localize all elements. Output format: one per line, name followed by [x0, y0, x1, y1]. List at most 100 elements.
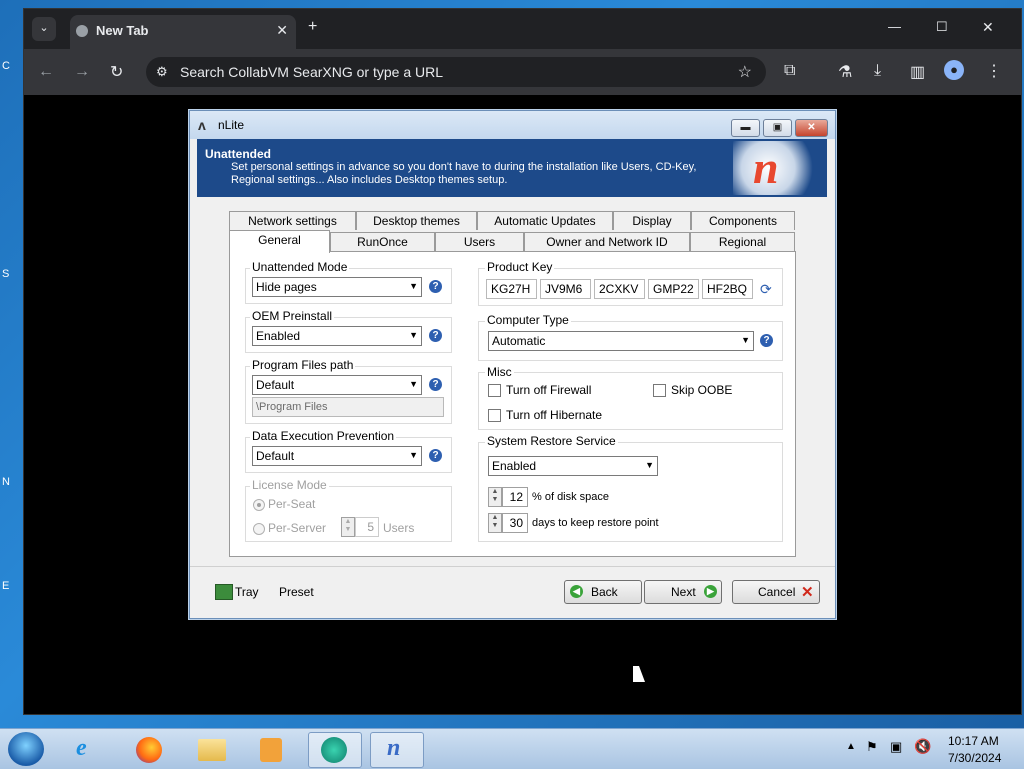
taskbar: e n ▲ ⚑ ▣ 🔇 10:17 AM 7/30/2024 [0, 728, 1024, 769]
forward-arrow-icon[interactable]: → [74, 63, 90, 81]
taskbar-nlite[interactable]: n [370, 732, 424, 768]
taskbar-ie[interactable]: e [64, 732, 116, 766]
turn-off-hibernate-label: Turn off Hibernate [506, 408, 603, 422]
preset-button[interactable]: Preset [279, 585, 314, 599]
users-count-input[interactable]: 5 [355, 517, 379, 537]
download-icon[interactable]: ⤓ [874, 62, 881, 80]
help-icon[interactable]: ? [429, 378, 442, 391]
show-hidden-icons[interactable]: ▲ [846, 741, 856, 752]
restore-days-spinner-arrows[interactable]: ▲ ▼ [488, 513, 502, 533]
program-files-path-input[interactable]: \Program Files [252, 397, 444, 417]
program-files-label: Program Files path [250, 358, 356, 372]
product-key-part-3[interactable]: 2CXKV [594, 279, 645, 299]
reload-icon[interactable]: ↻ [110, 62, 123, 82]
product-key-part-5-value: HF2BQ [707, 282, 748, 296]
cancel-button[interactable]: Cancel ✕ [732, 580, 820, 604]
side-panel-icon[interactable]: ▥ [910, 62, 925, 82]
action-center-flag-icon[interactable]: ⚑ [866, 739, 878, 755]
nlite-logo-art: n [733, 141, 821, 195]
taskbar-media-player[interactable] [246, 732, 298, 766]
program-files-select[interactable]: Default ▼ [252, 375, 422, 395]
firefox-icon [136, 737, 162, 763]
restore-days-input[interactable]: 30 [502, 513, 528, 533]
tab-regional[interactable]: Regional [690, 232, 795, 251]
product-key-part-3-value: 2CXKV [599, 282, 639, 296]
product-key-part-1[interactable]: KG27H [486, 279, 537, 299]
product-key-part-5[interactable]: HF2BQ [702, 279, 753, 299]
dropdown-arrow-icon: ▼ [409, 281, 418, 291]
start-button[interactable] [8, 732, 44, 766]
tab-general[interactable]: General [229, 230, 330, 253]
close-icon[interactable]: ✕ [276, 22, 288, 39]
unattended-mode-label: Unattended Mode [250, 260, 350, 274]
help-icon[interactable]: ? [429, 449, 442, 462]
volume-muted-icon[interactable]: 🔇 [914, 738, 931, 755]
skip-oobe-checkbox[interactable] [653, 384, 666, 397]
star-icon[interactable]: ☆ [738, 62, 752, 82]
tab-owner-network-id[interactable]: Owner and Network ID [524, 232, 690, 251]
help-icon[interactable]: ? [429, 280, 442, 293]
next-button[interactable]: Next ▶ [644, 580, 722, 604]
general-panel: Unattended Mode Hide pages ▼ ? OEM Prein… [229, 251, 796, 557]
turn-off-firewall-label: Turn off Firewall [506, 383, 592, 397]
misc-label: Misc [485, 365, 514, 379]
product-key-part-2[interactable]: JV9M6 [540, 279, 591, 299]
tab-users[interactable]: Users [435, 232, 524, 251]
unattended-mode-select[interactable]: Hide pages ▼ [252, 277, 422, 297]
tab-automatic-updates[interactable]: Automatic Updates [477, 211, 613, 230]
system-restore-select[interactable]: Enabled ▼ [488, 456, 658, 476]
profile-avatar-icon[interactable]: ● [944, 60, 964, 80]
address-bar[interactable]: ⚙ Search CollabVM SearXNG or type a URL … [146, 57, 766, 87]
turn-off-hibernate-checkbox[interactable] [488, 409, 501, 422]
tab-new-tab[interactable]: New Tab ✕ [70, 15, 296, 49]
help-icon[interactable]: ? [429, 329, 442, 342]
back-arrow-icon[interactable]: ← [38, 63, 54, 81]
site-info-icon[interactable]: ⚙ [156, 64, 168, 80]
tab-search-icon[interactable]: ⌄ [32, 17, 56, 41]
oem-preinstall-select[interactable]: Enabled ▼ [252, 326, 422, 346]
close-window-button[interactable]: ✕ [982, 19, 994, 36]
tab-network-settings[interactable]: Network settings [229, 211, 356, 230]
dropdown-arrow-icon: ▼ [645, 460, 654, 470]
nlite-window: ʌ nLite ▬ ▣ ✕ Unattended Set personal se… [189, 110, 836, 619]
taskbar-firefox[interactable] [124, 732, 176, 766]
taskbar-app-teal[interactable] [308, 732, 362, 768]
dep-select[interactable]: Default ▼ [252, 446, 422, 466]
help-icon[interactable]: ? [760, 334, 773, 347]
per-server-radio[interactable] [253, 523, 265, 535]
product-key-part-4[interactable]: GMP22 [648, 279, 699, 299]
back-button[interactable]: ◀ Back [564, 580, 642, 604]
turn-off-firewall-checkbox[interactable] [488, 384, 501, 397]
network-icon[interactable]: ▣ [890, 739, 902, 755]
disk-space-spinner-arrows[interactable]: ▲ ▼ [488, 487, 502, 507]
minimize-button[interactable]: ▬ [731, 119, 760, 137]
tab-display[interactable]: Display [613, 211, 691, 230]
extensions-icon[interactable]: ⧉ [784, 62, 795, 80]
media-player-icon [260, 738, 282, 762]
refresh-key-icon[interactable]: ⟳ [760, 281, 772, 298]
tab-desktop-themes[interactable]: Desktop themes [356, 211, 477, 230]
clock-time[interactable]: 10:17 AM [948, 734, 999, 748]
close-button[interactable]: ✕ [795, 119, 828, 137]
window-titlebar[interactable]: ʌ nLite ▬ ▣ ✕ [190, 111, 835, 139]
menu-kebab-icon[interactable]: ⋮ [986, 61, 1002, 81]
users-spinner-arrows[interactable]: ▲ ▼ [341, 517, 355, 537]
tab-runonce[interactable]: RunOnce [330, 232, 435, 251]
maximize-button[interactable]: ▣ [763, 119, 792, 137]
banner-description: Set personal settings in advance so you … [231, 161, 697, 186]
labs-flask-icon[interactable]: ⚗ [838, 62, 852, 82]
computer-type-select[interactable]: Automatic ▼ [488, 331, 754, 351]
disk-space-label: % of disk space [532, 491, 610, 503]
next-arrow-icon: ▶ [704, 585, 717, 598]
disk-space-input[interactable]: 12 [502, 487, 528, 507]
tray-button[interactable]: Tray [235, 585, 259, 599]
maximize-button[interactable]: ☐ [936, 19, 948, 35]
taskbar-explorer[interactable] [186, 732, 238, 766]
nlite-logo-icon: ʌ [198, 117, 206, 133]
tab-components[interactable]: Components [691, 211, 795, 230]
tray-icon[interactable] [215, 584, 233, 600]
clock-date[interactable]: 7/30/2024 [948, 751, 1001, 765]
new-tab-button[interactable]: + [308, 18, 317, 36]
per-seat-radio[interactable] [253, 499, 265, 511]
minimize-button[interactable]: — [888, 19, 901, 34]
